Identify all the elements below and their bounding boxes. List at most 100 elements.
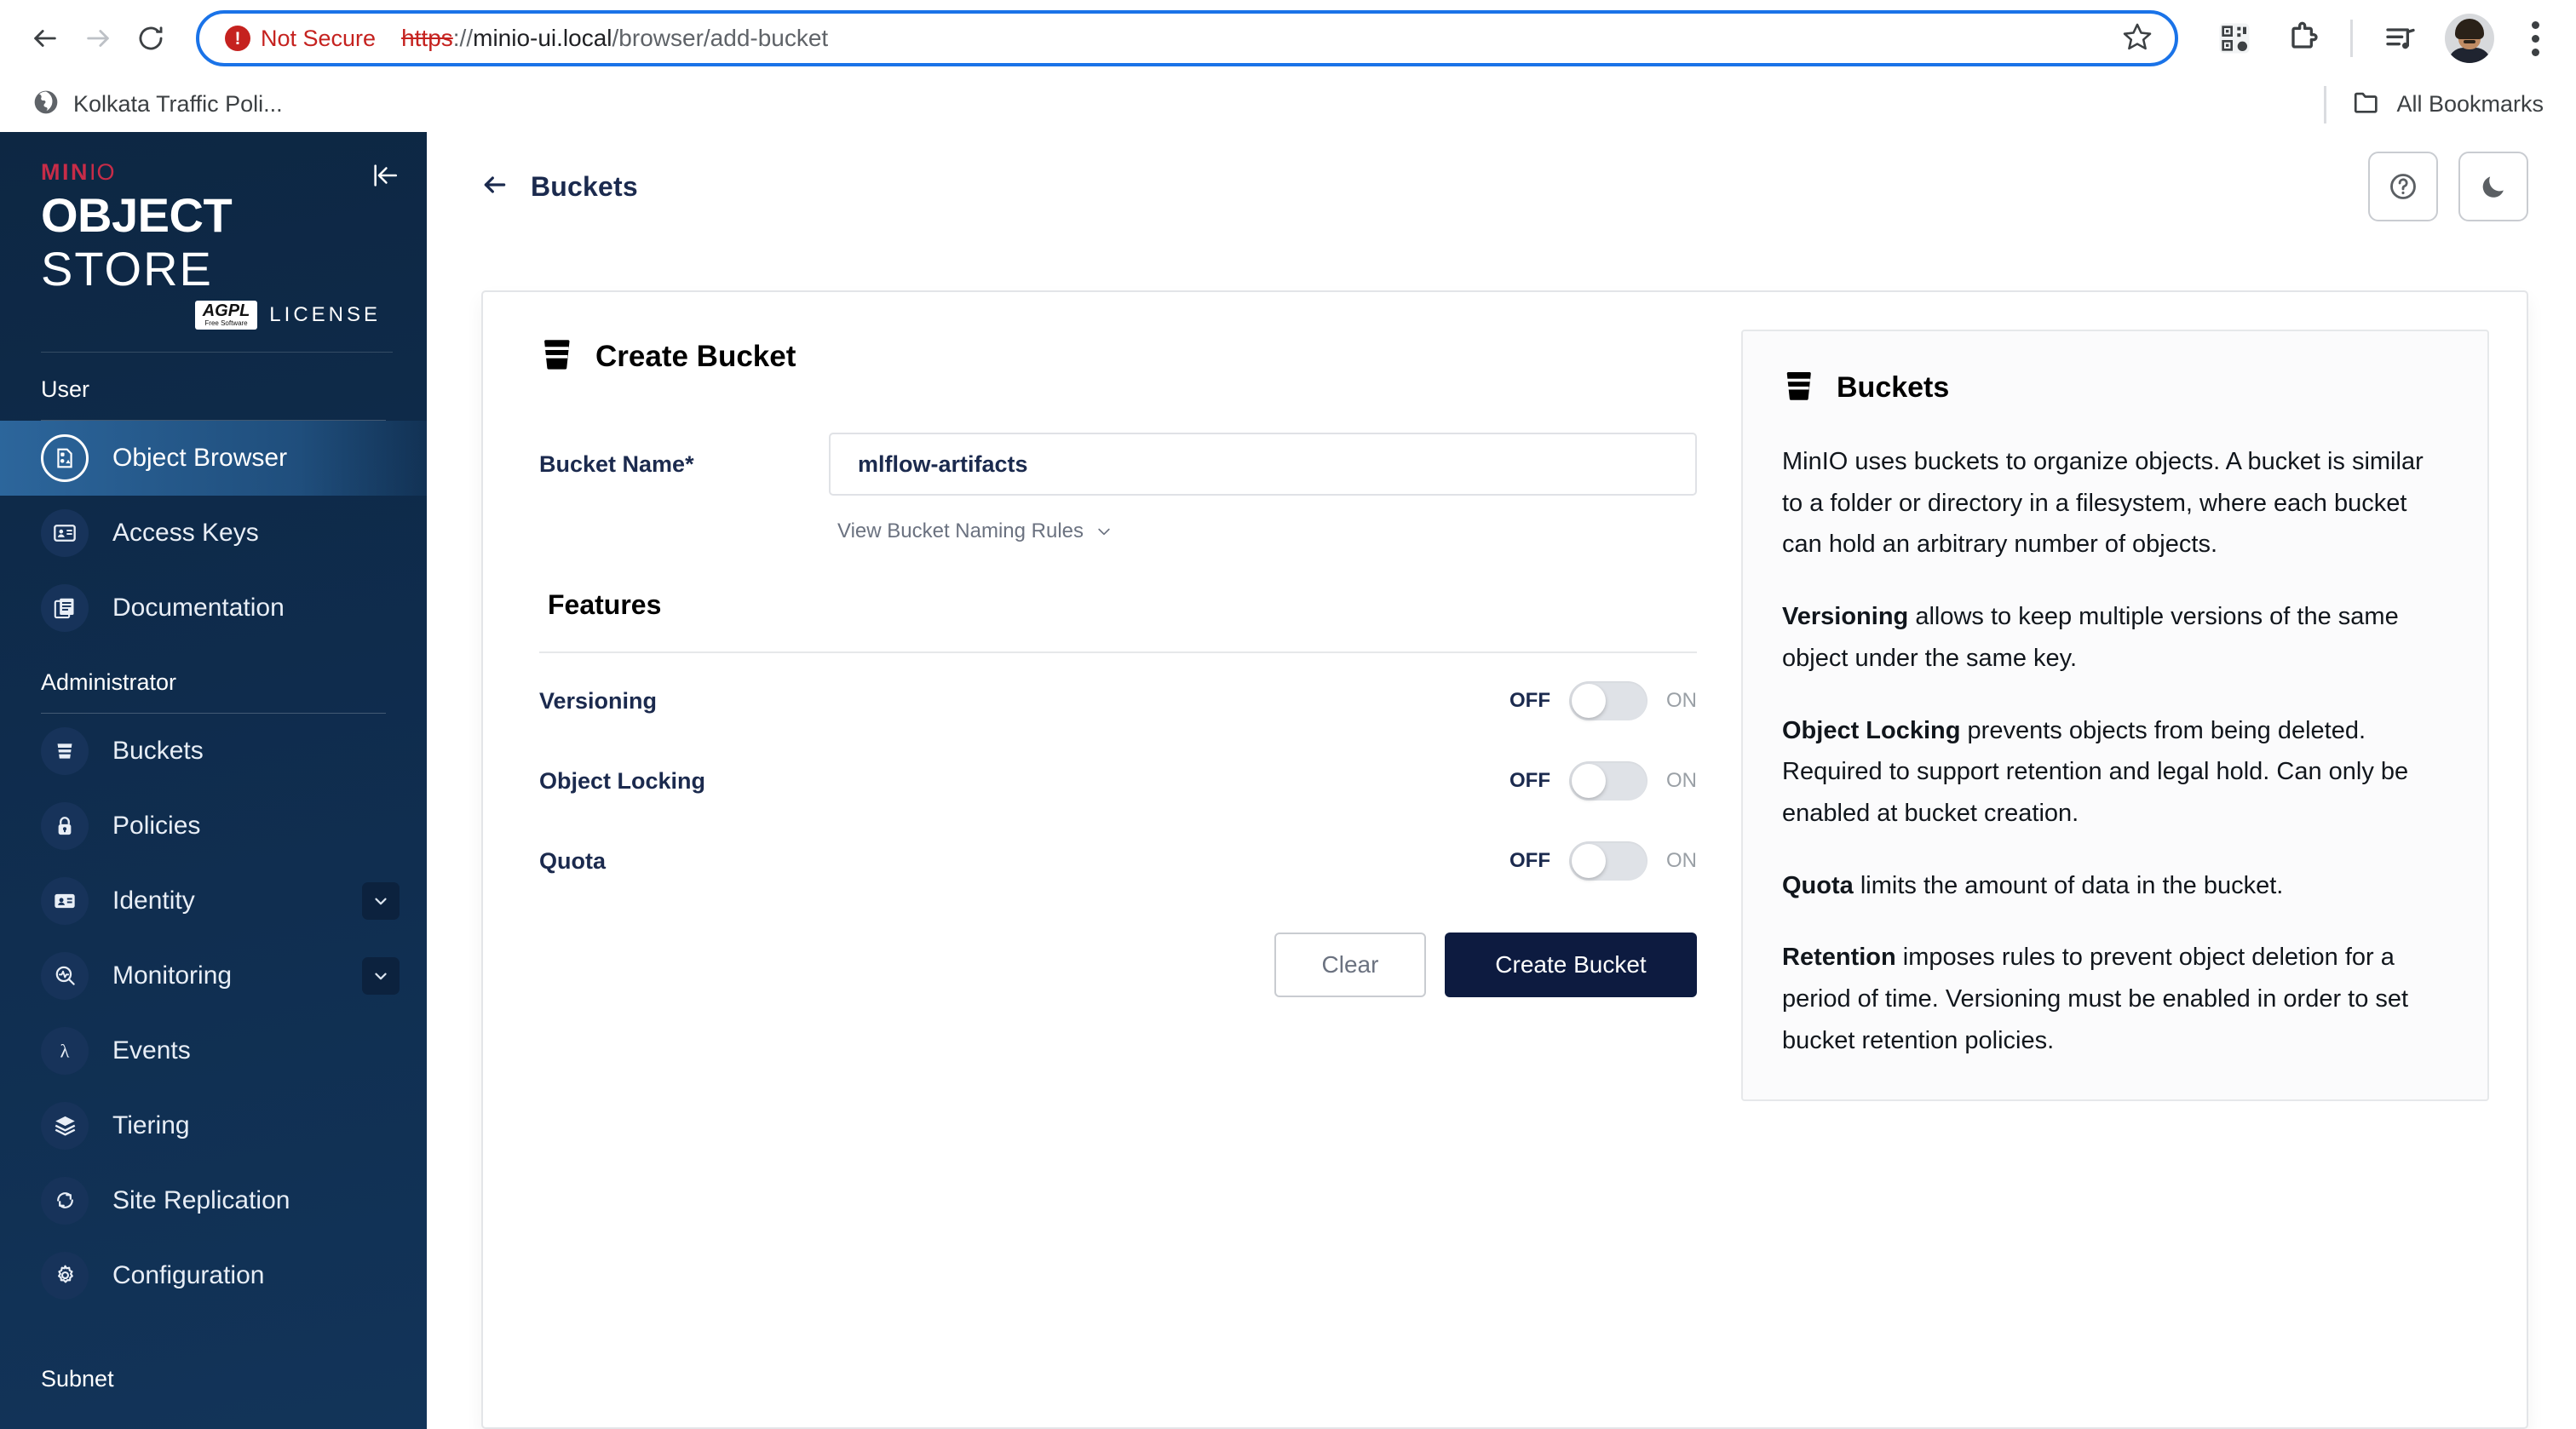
sidebar-item-policies[interactable]: Policies — [0, 789, 427, 864]
toolbar-divider — [2350, 20, 2353, 57]
back-arrow-icon — [484, 175, 506, 193]
three-dot-menu-icon — [2531, 20, 2539, 29]
layers-icon-svg — [55, 1116, 75, 1136]
object-locking-switch[interactable] — [1569, 761, 1647, 801]
bucket-icon — [1782, 369, 1814, 407]
bucket-name-row: Bucket Name* — [539, 433, 1697, 496]
collapse-sidebar-button[interactable] — [371, 161, 400, 194]
media-playlist-icon — [2386, 28, 2415, 49]
create-bucket-card: Create Bucket Bucket Name* View Bucket N… — [481, 290, 2528, 1429]
sidebar-item-documentation[interactable]: Documentation — [0, 571, 427, 646]
switch-knob — [1572, 764, 1606, 798]
identity-card-icon-svg — [55, 893, 75, 908]
help-button[interactable] — [2368, 152, 2438, 221]
versioning-switch[interactable] — [1569, 681, 1647, 720]
sidebar-item-object-browser[interactable]: Object Browser — [0, 420, 427, 496]
help-panel-header: Buckets — [1782, 369, 2448, 407]
bucket-name-input[interactable] — [829, 433, 1697, 496]
all-bookmarks-button[interactable]: All Bookmarks — [2340, 84, 2556, 125]
toggle-off-label: OFF — [1509, 689, 1550, 712]
bookmark-label: Kolkata Traffic Poli... — [73, 91, 283, 117]
toggle-off-label: OFF — [1509, 769, 1550, 792]
forward-button[interactable] — [72, 12, 124, 65]
sidebar-item-label: Documentation — [112, 593, 285, 622]
avatar — [2448, 48, 2491, 63]
svg-text:λ: λ — [60, 1040, 70, 1061]
toggle-control: OFF ON — [1509, 841, 1697, 881]
url-host: minio-ui.local — [473, 25, 612, 51]
address-bar[interactable]: ! Not Secure https://minio-ui.local/brow… — [196, 10, 2178, 66]
sidebar-section-subnet: Subnet — [41, 1365, 114, 1392]
sidebar-logo: MINIO OBJECT STORE AGPL Free Software LI… — [0, 132, 427, 330]
chevron-down-icon-svg — [375, 973, 387, 980]
back-button[interactable] — [19, 12, 72, 65]
toggle-control: OFF ON — [1509, 761, 1697, 801]
bucket-icon-svg — [543, 340, 570, 370]
agpl-badge: AGPL Free Software — [194, 301, 258, 330]
quota-switch[interactable] — [1569, 841, 1647, 881]
chevron-down-icon-svg — [375, 898, 387, 905]
monitoring-icon-svg — [55, 967, 75, 986]
form-actions: Clear Create Bucket — [539, 933, 1697, 997]
main-content: Buckets Create Bucket Bucket Name* mlflo… — [427, 132, 2576, 1429]
reload-icon — [139, 26, 163, 50]
bucket-icon — [539, 336, 573, 376]
globe-icon-svg — [34, 90, 58, 114]
create-bucket-button[interactable]: Create Bucket — [1445, 933, 1697, 997]
toggle-off-label: OFF — [1509, 849, 1550, 872]
media-control-button[interactable] — [2376, 14, 2425, 63]
sidebar-item-events[interactable]: λ Events — [0, 1013, 427, 1088]
page-back-button[interactable] — [481, 171, 509, 203]
bucket-icon-svg — [1786, 371, 1811, 400]
lambda-icon-svg: λ — [60, 1040, 70, 1061]
browser-toolbar: ! Not Secure https://minio-ui.local/brow… — [0, 0, 2576, 77]
all-bookmarks-label: All Bookmarks — [2396, 91, 2544, 117]
header-actions — [2368, 152, 2528, 221]
gear-icon — [41, 1251, 89, 1300]
dark-mode-toggle-button[interactable] — [2458, 152, 2528, 221]
reload-button[interactable] — [124, 12, 177, 65]
chevron-down-icon — [1095, 523, 1113, 540]
help-paragraph: Retention imposes rules to prevent objec… — [1782, 944, 2409, 1054]
sidebar-item-site-replication[interactable]: Site Replication — [0, 1163, 427, 1238]
layers-icon — [41, 1101, 89, 1150]
page-title: Buckets — [531, 170, 638, 202]
help-paragraph: Object Locking prevents objects from bei… — [1782, 716, 2409, 828]
toggle-label: Quota — [539, 847, 606, 874]
help-term: Object Locking — [1782, 716, 1961, 744]
folder-icon — [2352, 88, 2381, 121]
help-question-icon — [2390, 174, 2416, 199]
qr-code-button[interactable] — [2210, 14, 2259, 63]
chrome-menu-button[interactable] — [2513, 14, 2557, 63]
sidebar-item-label: Buckets — [112, 736, 204, 765]
sidebar-item-configuration[interactable]: Configuration — [0, 1238, 427, 1313]
sidebar-item-identity[interactable]: Identity — [0, 864, 427, 938]
view-bucket-naming-rules-link[interactable]: View Bucket Naming Rules — [837, 519, 1113, 543]
sidebar-item-buckets[interactable]: Buckets — [0, 714, 427, 789]
help-term: Quota — [1782, 871, 1854, 899]
sidebar-section-user: User — [41, 376, 90, 402]
toggle-row-quota: Quota OFF ON — [539, 829, 1697, 893]
features-divider — [539, 651, 1697, 653]
page-header: Buckets — [427, 132, 2576, 241]
extensions-button[interactable] — [2278, 14, 2327, 63]
bookmark-star-button[interactable] — [2122, 21, 2153, 56]
sidebar-item-tiering[interactable]: Tiering — [0, 1088, 427, 1163]
naming-rules-label: View Bucket Naming Rules — [837, 519, 1084, 542]
profile-avatar-button[interactable] — [2445, 14, 2494, 63]
bucket-icon-svg — [57, 743, 72, 759]
chevron-down-icon[interactable] — [362, 881, 400, 920]
folder-icon-svg — [2355, 92, 2378, 113]
sidebar-item-label: Events — [112, 1036, 191, 1065]
clear-button[interactable]: Clear — [1274, 933, 1426, 997]
toggle-on-label: ON — [1666, 769, 1697, 792]
sidebar-item-access-keys[interactable]: Access Keys — [0, 496, 427, 571]
sidebar-item-monitoring[interactable]: Monitoring — [0, 938, 427, 1013]
bookmark-item[interactable]: Kolkata Traffic Poli... — [20, 84, 295, 125]
not-secure-badge[interactable]: ! Not Secure — [225, 26, 376, 52]
toggle-on-label: ON — [1666, 849, 1697, 872]
chevron-down-icon[interactable] — [362, 956, 400, 995]
back-arrow-icon — [34, 30, 56, 47]
bookmarks-bar: Kolkata Traffic Poli... All Bookmarks — [0, 77, 2576, 132]
license-row: AGPL Free Software LICENSE — [41, 301, 393, 330]
